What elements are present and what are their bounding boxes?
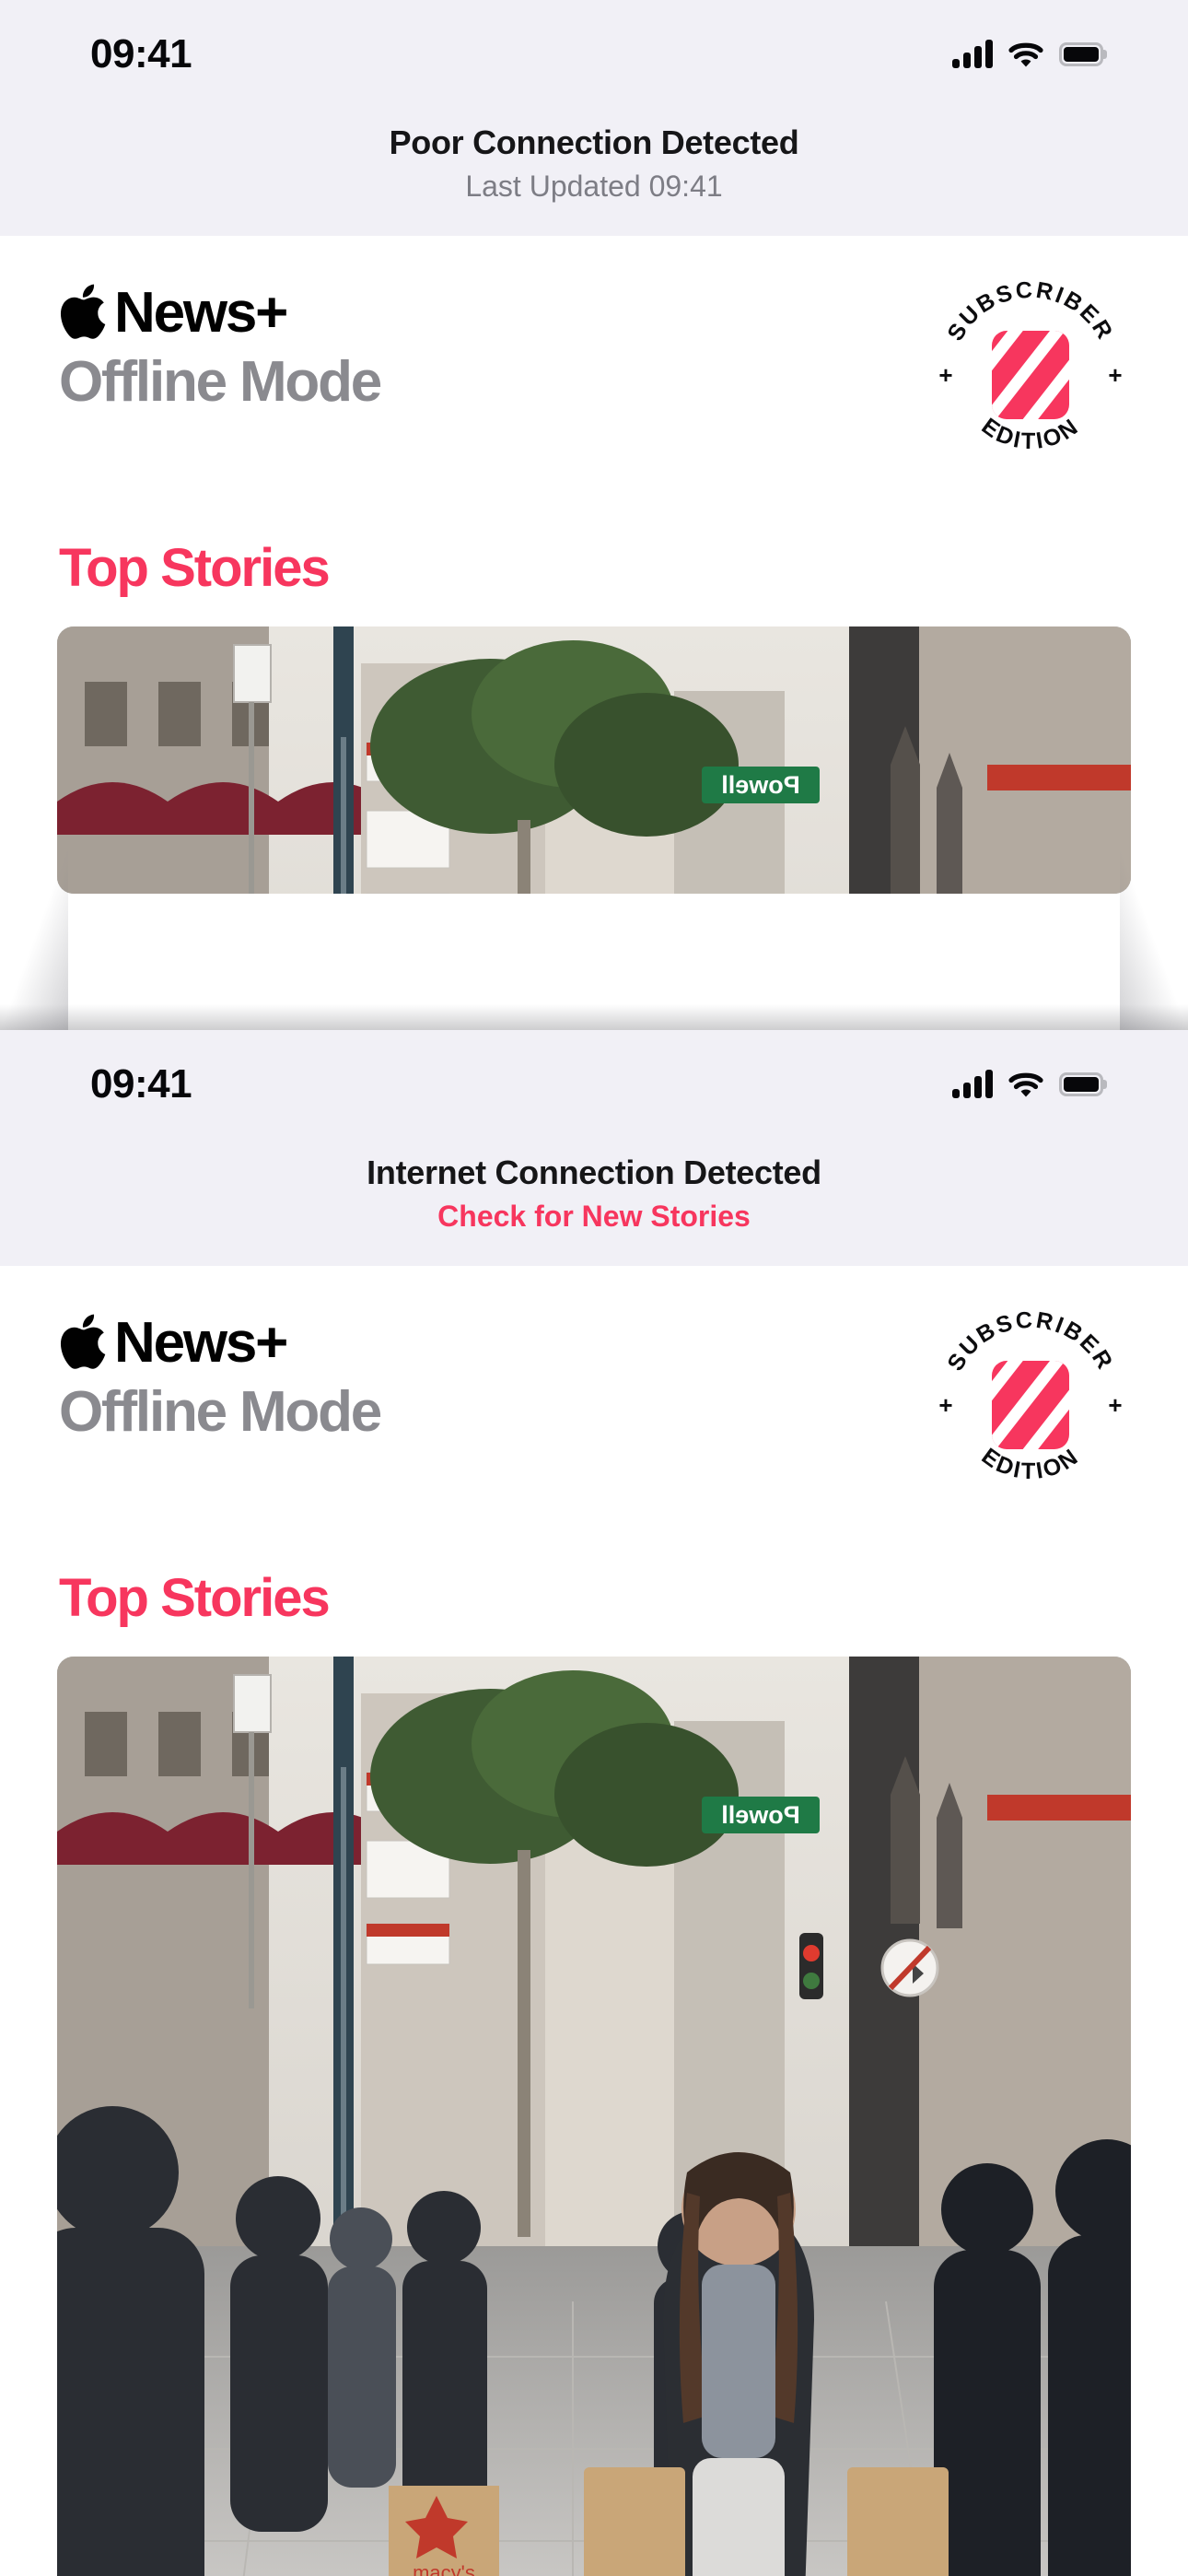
check-for-new-stories-link[interactable]: Check for New Stories [0,1198,1188,1235]
battery-icon [1059,42,1103,66]
section-heading-top-stories: Top Stories [59,538,331,598]
hero-photo-wrap[interactable]: Powell [0,1657,1188,2576]
screen-online-connection-restored: 09:41 Internet Connection Detected Check… [0,1030,1188,2576]
status-bar-time: 09:41 [90,1061,192,1107]
connection-status-banner[interactable]: Internet Connection Detected Check for N… [0,1139,1188,1266]
masthead-brand-line: News+ [59,1314,380,1373]
svg-text:macy's: macy's [413,2561,475,2576]
section-heading-top-stories: Top Stories [59,1568,331,1628]
svg-text:Powell: Powell [721,1801,800,1829]
screenshot-page: 09:41 Poor Connection Detected Last Upda… [0,0,1188,2576]
cellular-signal-icon [952,40,993,68]
apple-logo-icon [59,284,107,343]
masthead-brand: News+ [114,281,288,345]
apple-logo-icon [59,1314,107,1373]
status-bar: 09:41 [0,1030,1188,1139]
status-bar-icons [952,1070,1103,1098]
masthead-titles: News+ Offline Mode [59,1314,382,1444]
screen-offline-poor-connection: 09:41 Poor Connection Detected Last Upda… [0,0,1188,1030]
masthead: News+ Offline Mode SUBSCRIBER EDITION + … [0,236,1188,542]
masthead-titles: News+ Offline Mode [59,284,382,414]
svg-text:+: + [1108,1391,1122,1419]
battery-icon [1059,1072,1103,1096]
connection-status-subtitle: Last Updated 09:41 [465,170,723,203]
wifi-icon [1008,1071,1043,1098]
subscriber-edition-badge: SUBSCRIBER EDITION + + [930,1305,1131,1505]
hero-photo-street-scene[interactable]: Powell [57,626,1131,894]
svg-text:+: + [1108,361,1122,389]
masthead-brand: News+ [114,1311,288,1375]
masthead-brand-line: News+ [59,284,380,343]
masthead-mode: Offline Mode [59,350,382,414]
connection-status-title: Internet Connection Detected [367,1153,821,1191]
connection-status-title: Poor Connection Detected [389,123,799,161]
masthead-mode: Offline Mode [59,1380,382,1444]
wifi-icon [1008,41,1043,68]
connection-status-banner[interactable]: Poor Connection Detected Last Updated 09… [0,109,1188,236]
hero-photo-street-scene[interactable]: Powell [57,1657,1131,2576]
masthead: News+ Offline Mode SUBSCRIBER EDITION + … [0,1266,1188,1572]
svg-text:Powell: Powell [721,771,800,799]
svg-text:+: + [938,361,952,389]
cellular-signal-icon [952,1070,993,1098]
status-bar: 09:41 [0,0,1188,109]
svg-text:+: + [938,1391,952,1419]
screenshot-cut-shadow [0,973,1188,1030]
subscriber-edition-badge: SUBSCRIBER EDITION + + [930,275,1131,475]
status-bar-time: 09:41 [90,31,192,76]
status-bar-icons [952,40,1103,68]
hero-photo-wrap[interactable]: Powell [0,626,1188,894]
